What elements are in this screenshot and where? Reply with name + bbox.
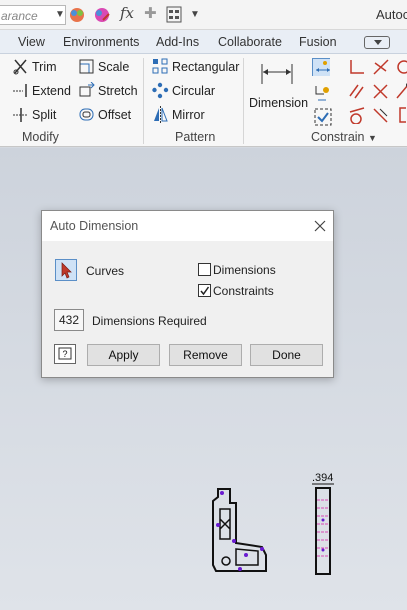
customize-toolbar-icon[interactable]: ▼: [190, 9, 200, 20]
bill-of-materials-icon[interactable]: [166, 6, 182, 23]
help-button[interactable]: ?: [54, 344, 76, 364]
coincident-constraint-icon[interactable]: [348, 58, 366, 76]
circular-pattern-icon: [152, 82, 169, 99]
extend-icon: [13, 84, 27, 97]
apply-button[interactable]: Apply: [87, 344, 160, 366]
tab-view[interactable]: View: [18, 35, 45, 49]
show-constraints-icon[interactable]: [314, 108, 332, 126]
split-icon: [13, 108, 28, 122]
tab-environments[interactable]: Environments: [63, 35, 139, 49]
dimensions-label: Dimensions: [213, 263, 276, 277]
tab-add-ins[interactable]: Add-Ins: [156, 35, 199, 49]
svg-text:?: ?: [62, 349, 67, 359]
scale-icon: [79, 59, 94, 74]
clear-appearance-icon[interactable]: [93, 6, 111, 24]
collinear-constraint-icon[interactable]: [372, 58, 390, 76]
perpendicular-constraint-icon[interactable]: [372, 82, 390, 100]
constraint-settings-icon[interactable]: [314, 84, 332, 102]
sketch-profile-bracket[interactable]: [210, 485, 272, 580]
tangent-constraint-icon[interactable]: [348, 106, 366, 124]
appearance-icon[interactable]: [68, 6, 86, 24]
auto-dimension-dialog: Auto Dimension Curves Dimensions Constra…: [41, 210, 334, 378]
dialog-title: Auto Dimension: [50, 219, 139, 233]
app-title: Autoc: [376, 7, 407, 22]
tab-collaborate[interactable]: Collaborate: [218, 35, 282, 49]
horizontal-constraint-icon[interactable]: [396, 82, 407, 100]
dimensions-required-count: 432: [54, 309, 84, 331]
checkmark-icon: [200, 286, 210, 296]
concentric-constraint-icon[interactable]: [396, 58, 407, 76]
curves-select-button[interactable]: [55, 259, 77, 281]
rectangular-pattern-icon: [152, 58, 168, 74]
constraints-label: Constraints: [213, 284, 274, 298]
close-icon[interactable]: [310, 216, 330, 236]
dimension-icon: [261, 64, 293, 84]
select-cursor-icon: [61, 262, 72, 279]
modify-panel-label: Modify: [22, 130, 59, 144]
sketch-dimension-value[interactable]: .394: [312, 472, 333, 484]
constrain-panel-label[interactable]: Constrain: [311, 130, 365, 144]
panel-divider: [143, 58, 144, 144]
pattern-panel-label: Pattern: [175, 130, 216, 144]
ribbon-tabs: View Environments Add-Ins Collaborate Fu…: [0, 30, 407, 54]
symmetric-constraint-icon[interactable]: [396, 106, 407, 124]
ribbon-display-options-button[interactable]: [364, 36, 390, 49]
sketch-profile-bar[interactable]: [308, 470, 338, 578]
panel-divider: [243, 58, 244, 144]
dimension-button[interactable]: Dimension: [246, 56, 310, 128]
dialog-titlebar[interactable]: Auto Dimension: [42, 211, 333, 241]
mirror-icon: [154, 106, 168, 123]
quick-access-toolbar: arance ▼ fx ✚ ▼ Autoc: [0, 0, 407, 30]
help-icon: ?: [58, 347, 72, 360]
curves-label: Curves: [86, 264, 125, 278]
auto-dimension-icon[interactable]: [312, 58, 330, 76]
done-button[interactable]: Done: [250, 344, 323, 366]
dimensions-required-label: Dimensions Required: [92, 314, 207, 328]
ribbon-panel: Trim Scale Extend Stretch Split Offset M…: [0, 54, 407, 147]
tab-fusion[interactable]: Fusion: [299, 35, 337, 49]
remove-button[interactable]: Remove: [169, 344, 242, 366]
plus-icon[interactable]: ✚: [144, 4, 157, 22]
appearance-text: arance: [1, 9, 38, 23]
constraints-checkbox[interactable]: [198, 284, 211, 297]
constrain-panel-expand-icon[interactable]: ▼: [368, 133, 377, 143]
chevron-down-icon[interactable]: ▼: [55, 9, 65, 20]
trim-icon: [13, 59, 27, 75]
parallel-constraint-icon[interactable]: [348, 82, 366, 100]
offset-icon: [79, 108, 94, 121]
smooth-constraint-icon[interactable]: [372, 106, 390, 124]
dimensions-checkbox[interactable]: [198, 263, 211, 276]
parameters-fx-icon[interactable]: fx: [120, 4, 134, 22]
stretch-icon: [79, 82, 95, 97]
